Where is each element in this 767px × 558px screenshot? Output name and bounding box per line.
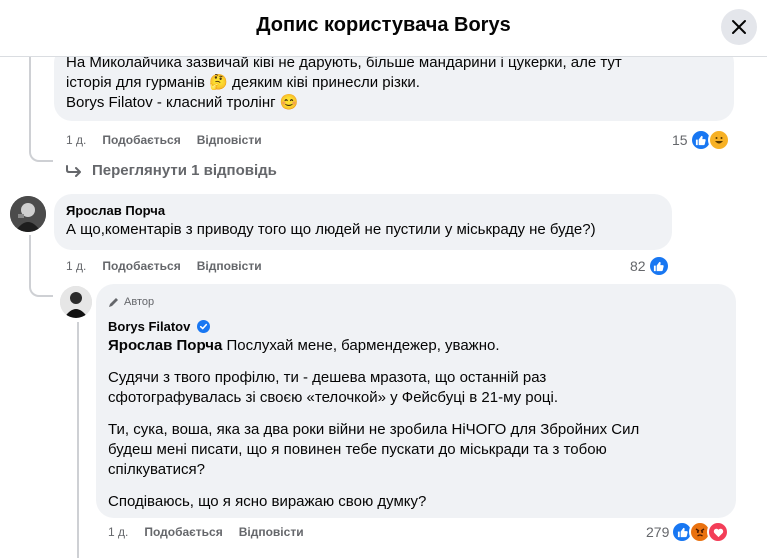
mention-link[interactable]: Ярослав Порча [108,337,222,354]
reaction-summary[interactable]: 15 [672,129,730,151]
reply-button[interactable]: Відповісти [197,259,262,273]
reply-author[interactable]: Borys Filatov [108,318,724,336]
comment-time[interactable]: 1 д. [66,259,86,273]
comments-area: На Миколайчика зазвичай ківі не дарують,… [0,57,767,558]
reply-first-text: Послухай мене, бармендежер, уважно. [222,337,500,354]
thread-line [29,57,53,162]
reply-actions: 1 д. Подобається Відповісти [108,525,304,539]
comment-actions: 1 д. Подобається Відповісти [66,259,262,273]
comment-text-line: Borys Filatov - класний тролінг 😊 [66,94,299,111]
thread-line [77,322,79,558]
comment-text-line: історія для гурманів 🤔 деяким ківі прине… [66,74,420,91]
reply-paragraph-line: сфотографувалась зі своєю «телочкой» у Ф… [108,389,559,406]
close-button[interactable] [721,9,757,45]
comment-bubble: Ярослав Порча А що,коментарів з приводу … [54,194,672,250]
verified-badge-icon [196,320,210,333]
dialog-title: Допис користувача Borys [256,14,511,36]
reply-paragraph-line: спілкуватися? [108,461,205,478]
reply-time[interactable]: 1 д. [108,525,128,539]
reaction-count: 279 [646,524,670,540]
author-avatar[interactable] [60,286,92,318]
reply-button[interactable]: Відповісти [239,525,304,539]
reply-paragraph-line: Судячи з твого профілю, ти - дешева мраз… [108,369,547,386]
comment-text: А що,коментарів з приводу того що людей … [66,221,596,238]
reaction-count: 82 [630,258,646,274]
reply-first-line: Ярослав Порча Послухай мене, бармендежер… [108,336,724,356]
close-icon [732,20,746,34]
view-replies-link[interactable]: Переглянути 1 відповідь [66,162,277,179]
author-badge: Автор [108,292,724,312]
reply-bubble: Автор Borys Filatov Ярослав Порча Послух… [96,284,736,518]
reaction-summary[interactable]: 82 [630,255,670,277]
comment-text-line: На Миколайчика зазвичай ківі не дарують,… [66,57,622,71]
comment-author[interactable]: Ярослав Порча [66,202,660,220]
reply-button[interactable]: Відповісти [197,133,262,147]
comment-bubble: На Миколайчика зазвичай ківі не дарують,… [54,57,734,121]
pencil-icon [109,298,118,307]
reply-author-name: Borys Filatov [108,319,191,334]
reaction-count: 15 [672,132,688,148]
reaction-summary[interactable]: 279 [646,521,730,543]
dialog-header: Допис користувача Borys [0,0,767,57]
reply-paragraph-line: Сподіваюсь, що я ясно виражаю свою думку… [108,493,427,510]
love-reaction-icon [707,521,730,543]
avatar[interactable] [10,196,46,232]
view-replies-label: Переглянути 1 відповідь [92,162,277,179]
reply-paragraph-line: будеш мені писати, що я повинен тебе пус… [108,441,607,458]
haha-reaction-icon [707,129,730,151]
like-reaction-icon [647,255,670,277]
reply-paragraph-line: Ти, сука, воша, яка за два роки війни не… [108,421,640,438]
reply-arrow-icon [66,164,81,177]
like-button[interactable]: Подобається [144,525,222,539]
like-button[interactable]: Подобається [102,259,180,273]
thread-line [29,235,53,297]
author-badge-label: Автор [124,296,155,308]
like-button[interactable]: Подобається [102,133,180,147]
comment-actions: 1 д. Подобається Відповісти [66,133,262,147]
comment-time[interactable]: 1 д. [66,133,86,147]
